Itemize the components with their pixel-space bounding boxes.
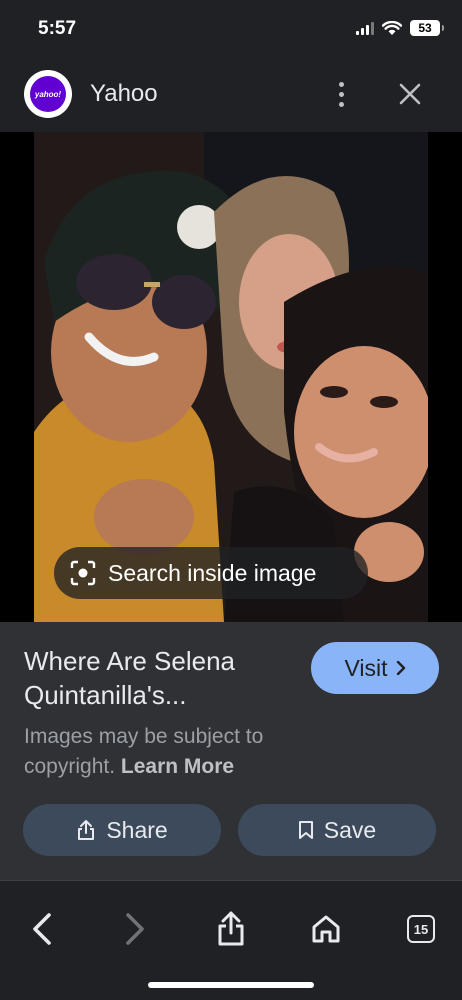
status-bar: 5:57 53 bbox=[0, 0, 462, 56]
site-logo: yahoo! bbox=[24, 70, 72, 118]
more-options-button[interactable] bbox=[328, 76, 354, 112]
chevron-right-icon bbox=[396, 661, 405, 675]
wifi-icon bbox=[382, 20, 402, 35]
cellular-signal-icon bbox=[356, 21, 374, 35]
battery-icon: 53 bbox=[410, 20, 444, 36]
save-button-label: Save bbox=[323, 816, 377, 843]
share-page-button[interactable] bbox=[211, 909, 251, 949]
yahoo-logo-icon: yahoo! bbox=[30, 76, 66, 112]
bookmark-icon bbox=[298, 821, 313, 839]
lens-icon bbox=[70, 560, 96, 586]
tabs-button[interactable]: 15 bbox=[401, 909, 441, 949]
viewer-header: yahoo! Yahoo bbox=[0, 56, 462, 132]
site-name: Yahoo bbox=[90, 80, 158, 107]
learn-more-link[interactable]: Learn More bbox=[121, 755, 234, 778]
status-time: 5:57 bbox=[38, 18, 77, 39]
share-button-label: Share bbox=[106, 816, 168, 843]
close-button[interactable] bbox=[392, 76, 428, 112]
share-icon bbox=[218, 911, 244, 946]
share-button[interactable]: Share bbox=[23, 804, 221, 856]
browser-toolbar: 15 bbox=[0, 880, 462, 1000]
forward-button[interactable] bbox=[115, 909, 155, 949]
back-button[interactable] bbox=[22, 909, 62, 949]
visit-button[interactable]: Visit bbox=[311, 642, 439, 694]
chevron-right-icon bbox=[126, 913, 144, 945]
search-inside-image-button[interactable]: Search inside image bbox=[54, 547, 368, 599]
result-title[interactable]: Where Are Selena Quintanilla's... bbox=[24, 644, 294, 712]
search-inside-image-label: Search inside image bbox=[108, 559, 317, 586]
home-indicator[interactable] bbox=[148, 982, 314, 988]
status-icons: 53 bbox=[356, 20, 444, 36]
home-button[interactable] bbox=[306, 909, 346, 949]
copyright-notice: Images may be subject to copyright. Lear… bbox=[24, 722, 304, 782]
home-icon bbox=[312, 915, 340, 943]
chevron-left-icon bbox=[33, 913, 51, 945]
image-viewer[interactable]: Search inside image bbox=[0, 132, 462, 622]
result-info-panel: Where Are Selena Quintanilla's... Visit … bbox=[0, 622, 462, 880]
visit-button-label: Visit bbox=[344, 654, 388, 681]
share-icon bbox=[78, 820, 95, 840]
close-icon bbox=[399, 83, 421, 105]
save-button[interactable]: Save bbox=[238, 804, 436, 856]
tab-count-badge: 15 bbox=[407, 915, 435, 943]
result-image[interactable]: Search inside image bbox=[34, 132, 428, 622]
